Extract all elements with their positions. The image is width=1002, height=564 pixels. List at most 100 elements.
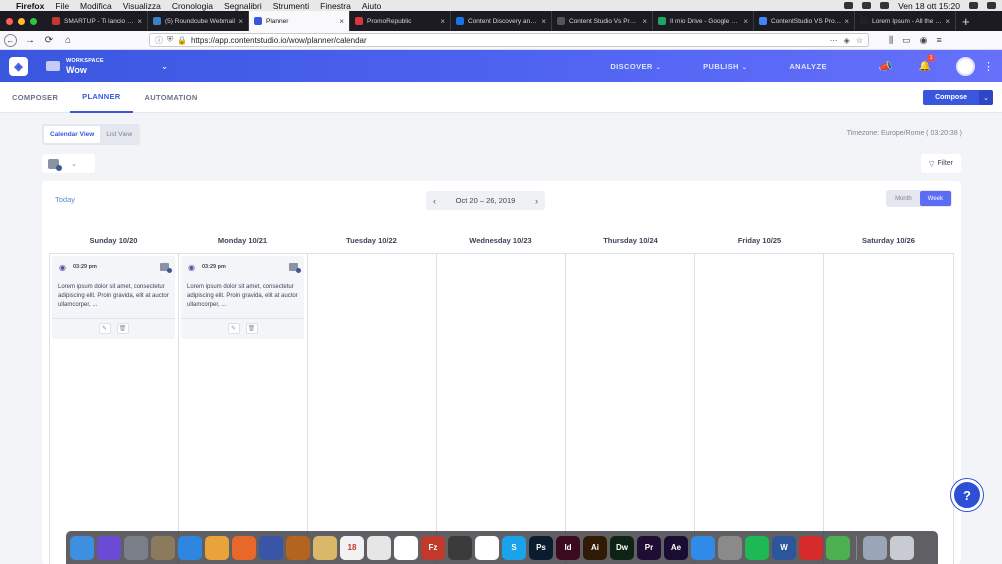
browser-tab[interactable]: ContentStudio VS Promo × (754, 11, 855, 31)
calendar-view-button[interactable]: Calendar View (44, 126, 101, 143)
workspace-name[interactable]: Wow (66, 65, 104, 75)
compose-dropdown-chevron-icon[interactable]: ⌄ (979, 90, 993, 105)
dock-textedit-icon[interactable] (367, 535, 391, 560)
contentstudio-logo[interactable]: ◈ (9, 56, 28, 76)
workspace-chevron-down-icon[interactable]: ⌄ (161, 61, 169, 72)
dock-filezilla-icon[interactable]: Fz (421, 535, 445, 560)
dock-app-squirrel-icon[interactable] (286, 535, 310, 560)
url-text[interactable]: https://app.contentstudio.io/wow/planner… (191, 36, 367, 45)
tab-planner[interactable]: PLANNER (70, 82, 133, 113)
sidebar-icon[interactable]: ▭ (902, 35, 911, 46)
dock-dreamweaver-icon[interactable]: Dw (610, 535, 634, 560)
day-cell-monday[interactable]: ◉ 03:29 pm Lorem ipsum dolor sit amet, c… (179, 254, 308, 564)
shield-icon[interactable]: ⛨ (167, 35, 173, 45)
browser-tab[interactable]: PromoRepublic × (350, 11, 451, 31)
bell-icon[interactable]: 🔔 1 (919, 53, 935, 72)
browser-tab[interactable]: Il mio Drive - Google Drive × (653, 11, 754, 31)
close-tab-icon[interactable]: × (440, 17, 445, 26)
trash-icon[interactable]: 🗑 (245, 323, 258, 334)
previous-week-icon[interactable]: ‹ (433, 196, 436, 206)
menu-file[interactable]: File (55, 1, 69, 11)
eye-icon[interactable]: ◉ (59, 263, 66, 272)
cloud-icon[interactable] (844, 2, 854, 9)
eye-icon[interactable]: ◉ (188, 263, 195, 272)
bookmark-star-icon[interactable]: ☆ (856, 36, 863, 45)
dock-app-blue-icon[interactable] (259, 535, 283, 560)
trash-icon[interactable]: 🗑 (116, 323, 129, 334)
browser-tab[interactable]: Lorem Ipsum - All the fac × (855, 11, 956, 31)
day-cell-friday[interactable] (695, 254, 824, 564)
nav-analyze[interactable]: ANALYZE (789, 62, 827, 71)
zoom-window-button[interactable] (30, 17, 37, 25)
new-tab-button[interactable]: + (962, 14, 970, 29)
close-tab-icon[interactable]: × (743, 17, 748, 26)
browser-tab[interactable]: (5) Roundcube Webmail × (148, 11, 249, 31)
dock-word-icon[interactable]: W (772, 535, 796, 560)
tab-composer[interactable]: COMPOSER (0, 82, 70, 113)
dock-acrobat-icon[interactable] (799, 535, 823, 560)
menu-finestra[interactable]: Finestra (320, 1, 351, 11)
dock-trash-icon[interactable] (890, 535, 914, 560)
tab-automation[interactable]: AUTOMATION (133, 82, 210, 113)
dock-indesign-icon[interactable]: Id (556, 535, 580, 560)
back-button[interactable]: ← (4, 33, 17, 47)
browser-tab[interactable]: SMARTUP - Ti lancio una × (47, 11, 148, 31)
url-bar[interactable]: ⓘ ⛨ 🔒 https://app.contentstudio.io/wow/p… (149, 33, 869, 47)
wifi-icon[interactable] (862, 2, 872, 9)
account-icon[interactable]: ◉ (920, 35, 928, 46)
day-cell-thursday[interactable] (566, 254, 695, 564)
dock-chrome-icon[interactable] (205, 535, 229, 560)
menu-modifica[interactable]: Modifica (80, 1, 112, 11)
post-card[interactable]: ◉ 03:29 pm Lorem ipsum dolor sit amet, c… (52, 256, 175, 339)
dock-aftereffects-icon[interactable]: Ae (664, 535, 688, 560)
edit-icon[interactable]: ✎ (98, 323, 111, 334)
menu-visualizza[interactable]: Visualizza (123, 1, 161, 11)
close-tab-icon[interactable]: × (137, 17, 142, 26)
spotlight-icon[interactable] (969, 2, 978, 9)
minimize-window-button[interactable] (18, 17, 25, 25)
megaphone-icon[interactable]: 📣 (879, 60, 893, 73)
info-icon[interactable]: ⓘ (155, 35, 163, 46)
close-window-button[interactable] (6, 17, 13, 25)
user-avatar[interactable] (956, 56, 975, 76)
dock-calendar-icon[interactable]: 18 (340, 535, 364, 560)
account-selector[interactable]: ⌄ (42, 154, 95, 173)
dock-finder-icon[interactable] (70, 535, 94, 560)
dock-illustrator-icon[interactable]: Ai (583, 535, 607, 560)
list-view-button[interactable]: List View (100, 126, 138, 143)
close-tab-icon[interactable]: × (945, 17, 950, 26)
dock-spotify-icon[interactable] (745, 535, 769, 560)
browser-tab[interactable]: Planner × (249, 11, 350, 31)
dock-firefox-icon[interactable] (232, 535, 256, 560)
dock-photoshop-icon[interactable]: Ps (529, 535, 553, 560)
today-button[interactable]: Today (55, 195, 75, 204)
browser-tab[interactable]: Content Studio Vs Promorep× (552, 11, 653, 31)
post-card[interactable]: ◉ 03:29 pm Lorem ipsum dolor sit amet, c… (181, 256, 304, 339)
notification-center-icon[interactable] (987, 2, 996, 9)
pocket-icon[interactable]: ◈ (844, 36, 850, 45)
menubar-clock[interactable]: Ven 18 ott 15:20 (898, 1, 960, 11)
dock-launchpad-icon[interactable] (124, 535, 148, 560)
day-cell-sunday[interactable]: ◉ 03:29 pm Lorem ipsum dolor sit amet, c… (50, 254, 179, 564)
menu-segnalibri[interactable]: Segnalibri (224, 1, 262, 11)
menu-cronologia[interactable]: Cronologia (172, 1, 213, 11)
close-tab-icon[interactable]: × (541, 17, 546, 26)
nav-publish[interactable]: PUBLISH ⌄ (703, 62, 747, 71)
dock-folder-icon[interactable] (863, 535, 887, 560)
menu-firefox[interactable]: Firefox (16, 1, 44, 11)
dock-premiere-icon[interactable]: Pr (637, 535, 661, 560)
battery-icon[interactable] (880, 2, 890, 9)
dock-reminders-icon[interactable] (394, 535, 418, 560)
month-view-button[interactable]: Month (887, 191, 920, 206)
dock-siri-icon[interactable] (97, 535, 121, 560)
page-actions-icon[interactable]: ⋯ (830, 36, 838, 45)
close-tab-icon[interactable]: × (844, 17, 849, 26)
week-view-button[interactable]: Week (919, 191, 951, 206)
close-tab-icon[interactable]: × (238, 17, 243, 26)
filter-button[interactable]: ▽ Filter (921, 154, 961, 173)
dock-skype-icon[interactable]: S (502, 535, 526, 560)
day-cell-tuesday[interactable] (308, 254, 437, 564)
help-button[interactable]: ? (951, 479, 983, 511)
dock-safari-icon[interactable] (178, 535, 202, 560)
dock-mail-app-icon[interactable] (151, 535, 175, 560)
